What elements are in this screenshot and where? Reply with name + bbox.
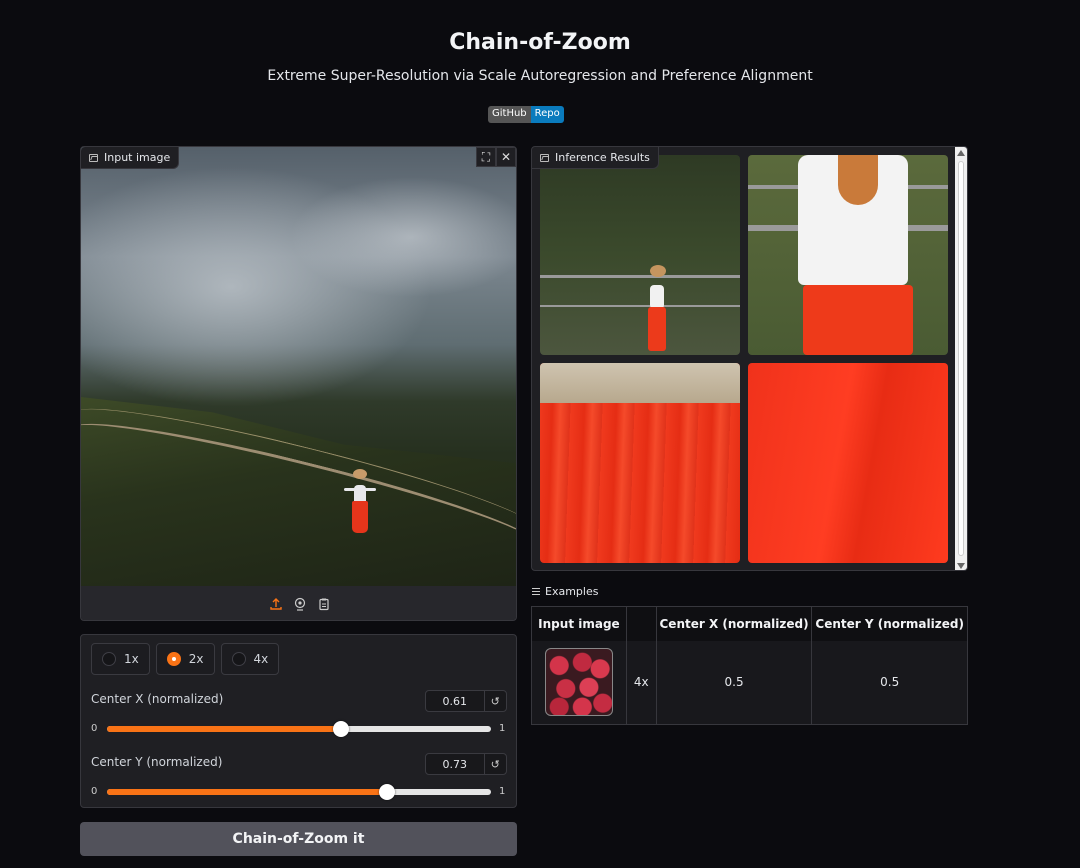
example-center-x-cell[interactable]: 0.5	[656, 640, 813, 725]
center-x-slider[interactable]	[107, 721, 491, 737]
examples-header-row: Input image Center X (normalized) Center…	[531, 606, 968, 641]
person-top	[650, 285, 664, 309]
upload-icon[interactable]	[269, 597, 283, 611]
center-x-min: 0	[91, 723, 98, 734]
scale-option-label: 1x	[124, 652, 139, 666]
person-hair	[838, 155, 878, 205]
center-x-slider-fill	[107, 726, 342, 732]
scale-option-label: 2x	[188, 652, 204, 666]
result-image-3[interactable]	[540, 363, 740, 563]
scale-option-1x[interactable]: 1x	[91, 643, 150, 675]
radio-dot-icon[interactable]	[102, 652, 116, 666]
bridge-rail	[540, 275, 740, 278]
person-hat	[353, 469, 367, 479]
list-icon	[532, 588, 540, 595]
inference-results-label-chip: Inference Results	[532, 147, 659, 169]
image-icon	[89, 153, 98, 162]
example-center-y-cell[interactable]: 0.5	[811, 640, 968, 725]
radio-dot-icon[interactable]	[231, 652, 246, 666]
input-image-actions: ⛶ ✕	[476, 147, 516, 167]
center-x-value[interactable]: 0.61	[426, 691, 485, 711]
inference-results-panel[interactable]: Inference Results	[531, 146, 968, 571]
input-image-panel[interactable]: Input image ⛶ ✕	[80, 146, 517, 621]
center-y-slider-knob[interactable]	[379, 784, 396, 800]
reset-icon[interactable]: ↺	[485, 754, 506, 774]
center-x-label: Center X (normalized)	[91, 692, 224, 706]
page-subtitle: Extreme Super-Resolution via Scale Autor…	[267, 68, 813, 84]
examples-header-scale	[626, 606, 657, 641]
inference-results-label: Inference Results	[555, 151, 650, 164]
scale-option-2x[interactable]: 2x	[155, 643, 215, 675]
result-image-2[interactable]	[748, 155, 948, 355]
center-y-slider[interactable]	[107, 784, 491, 800]
scale-option-4x[interactable]: 4x	[220, 643, 280, 675]
scale-option-label: 4x	[253, 652, 269, 666]
center-y-max: 1	[499, 786, 506, 797]
center-y-value[interactable]: 0.73	[426, 754, 485, 774]
clipboard-icon[interactable]	[317, 597, 331, 611]
scroll-down-arrow-icon[interactable]	[957, 563, 965, 569]
badge-repo-label: Repo	[530, 106, 564, 123]
person-skirt	[803, 285, 913, 355]
person-skirt	[352, 501, 368, 533]
person-skirt	[648, 307, 666, 351]
center-y-label: Center Y (normalized)	[91, 755, 223, 769]
result-image-4[interactable]	[748, 363, 948, 563]
webcam-icon[interactable]	[293, 597, 307, 611]
scale-radio-group: 1x 2x 4x	[91, 643, 280, 675]
examples-label-row: Examples	[532, 585, 598, 598]
scrollbar-thumb[interactable]	[958, 161, 964, 556]
input-image-preview[interactable]	[81, 147, 516, 599]
center-x-max: 1	[499, 723, 506, 734]
bridge-rail	[540, 305, 740, 307]
center-y-number-input[interactable]: 0.73 ↺	[425, 753, 507, 775]
center-x-number-input[interactable]: 0.61 ↺	[425, 690, 507, 712]
chain-of-zoom-button[interactable]: Chain-of-Zoom it	[80, 822, 517, 856]
image-icon	[540, 153, 549, 162]
results-scrollbar[interactable]	[955, 147, 967, 570]
badge-github-label: GitHub	[488, 106, 531, 123]
radio-dot-icon[interactable]	[166, 652, 181, 666]
examples-header-input-image: Input image	[531, 606, 627, 641]
examples-table: Input image Center X (normalized) Center…	[531, 606, 968, 725]
scroll-up-arrow-icon[interactable]	[957, 150, 965, 156]
fullscreen-icon[interactable]: ⛶	[476, 147, 496, 167]
result-image-1[interactable]	[540, 155, 740, 355]
close-icon[interactable]: ✕	[496, 147, 516, 167]
page-title: Chain-of-Zoom	[449, 30, 631, 55]
belt-area	[540, 363, 740, 403]
examples-label: Examples	[545, 585, 599, 598]
center-y-min: 0	[91, 786, 98, 797]
input-image-label: Input image	[104, 151, 171, 164]
input-image-toolbar	[81, 586, 516, 620]
controls-panel: 1x 2x 4x Center X (normalized) 0.61 ↺ 0 1 …	[80, 634, 517, 808]
center-x-slider-knob[interactable]	[333, 721, 350, 737]
examples-header-center-y: Center Y (normalized)	[811, 606, 968, 641]
example-strawberry-thumbnail[interactable]	[544, 648, 613, 717]
example-row[interactable]: 4x 0.5 0.5	[531, 640, 968, 725]
person-hat	[650, 265, 666, 277]
github-repo-badge[interactable]: GitHub Repo	[488, 106, 564, 123]
reset-icon[interactable]: ↺	[485, 691, 506, 711]
input-image-label-chip: Input image	[81, 147, 180, 169]
center-y-slider-fill	[107, 789, 388, 795]
example-scale-cell[interactable]: 4x	[626, 640, 657, 725]
examples-header-center-x: Center X (normalized)	[656, 606, 813, 641]
example-input-image-cell[interactable]	[531, 640, 627, 725]
